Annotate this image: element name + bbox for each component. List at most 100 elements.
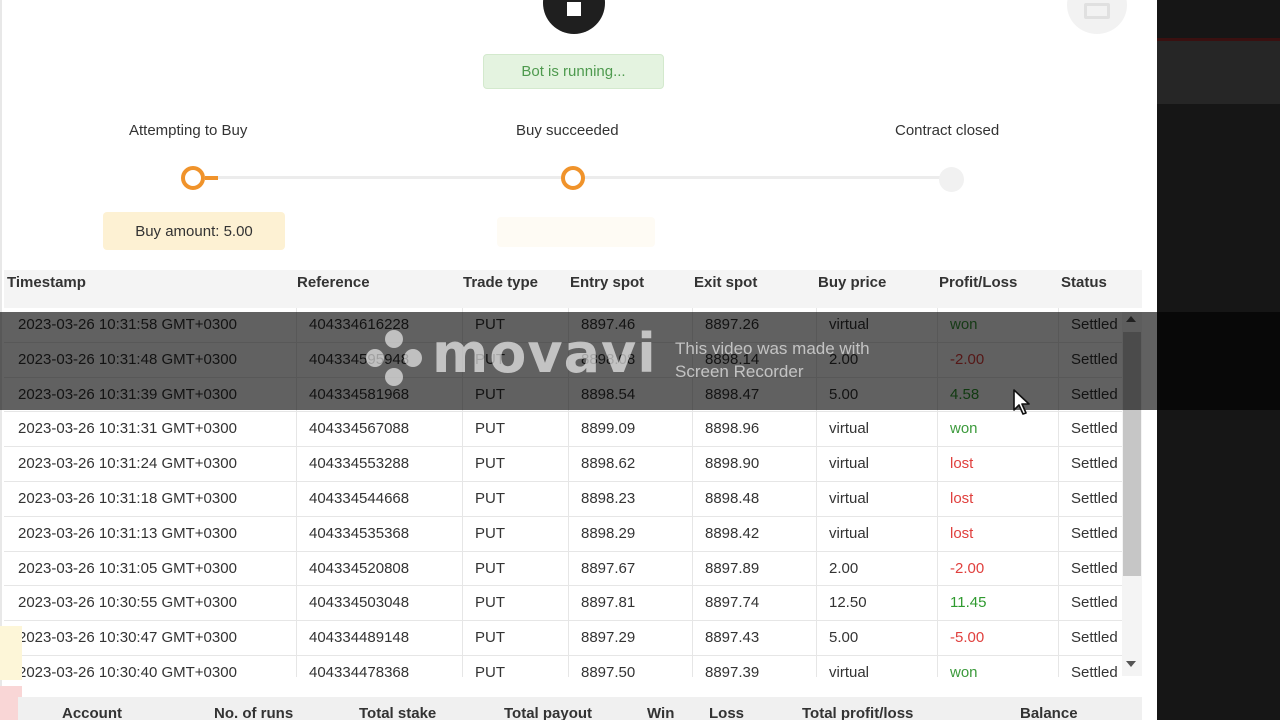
col-entry-spot: Entry spot xyxy=(570,274,645,291)
col-trade-type: Trade type xyxy=(463,274,539,291)
cell-trade-type: PUT xyxy=(462,586,568,622)
bot-status-badge: Bot is running... xyxy=(483,54,664,89)
cell-reference: 404334595948 xyxy=(296,342,462,378)
cell-reference: 404334544668 xyxy=(296,481,462,517)
cell-profit-loss: -2.00 xyxy=(937,551,1058,587)
cell-trade-type: PUT xyxy=(462,621,568,656)
col-profit-loss: Profit/Loss xyxy=(939,274,1018,291)
cell-timestamp: 2023-03-26 10:31:05 GMT+0300 xyxy=(18,559,237,577)
cell-buy-price: virtual xyxy=(816,308,937,343)
cell-buy-price: virtual xyxy=(816,481,937,517)
cell-exit-spot: 8898.96 xyxy=(692,412,816,448)
cell-timestamp: 2023-03-26 10:30:55 GMT+0300 xyxy=(18,594,237,612)
cell-status: Settled xyxy=(1058,481,1122,517)
cell-exit-spot: 8897.39 xyxy=(692,655,816,677)
cell-trade-type: PUT xyxy=(462,447,568,482)
background-window xyxy=(1157,0,1280,720)
table-row[interactable]: 2023-03-26 10:31:13 GMT+0300 404334535368… xyxy=(4,516,1122,552)
layout-toggle-button[interactable] xyxy=(1067,0,1127,34)
table-row[interactable]: 2023-03-26 10:30:55 GMT+0300 404334503048… xyxy=(4,586,1122,622)
cell-status: Settled xyxy=(1058,655,1122,677)
cell-entry-spot: 8897.81 xyxy=(568,586,692,622)
cell-entry-spot: 8897.67 xyxy=(568,551,692,587)
cell-status: Settled xyxy=(1058,586,1122,622)
cell-timestamp: 2023-03-26 10:31:31 GMT+0300 xyxy=(18,420,237,438)
step-label-succeeded: Buy succeeded xyxy=(516,122,619,139)
cell-exit-spot: 8898.47 xyxy=(692,377,816,413)
summary-col-profit: Total profit/loss xyxy=(802,705,914,720)
table-row[interactable]: 2023-03-26 10:31:05 GMT+0300 404334520808… xyxy=(4,551,1122,587)
table-row[interactable]: 2023-03-26 10:31:24 GMT+0300 404334553288… xyxy=(4,447,1122,482)
table-row[interactable]: 2023-03-26 10:31:39 GMT+0300 404334581968… xyxy=(4,377,1122,413)
cell-profit-loss: won xyxy=(937,308,1058,343)
cell-reference: 404334503048 xyxy=(296,586,462,622)
scroll-down-icon[interactable] xyxy=(1126,661,1136,667)
cell-buy-price: 2.00 xyxy=(816,342,937,378)
col-status: Status xyxy=(1061,274,1107,291)
cell-profit-loss: won xyxy=(937,655,1058,677)
cell-buy-price: 2.00 xyxy=(816,551,937,587)
cell-trade-type: PUT xyxy=(462,377,568,413)
panel-edge xyxy=(0,0,2,720)
cell-profit-loss: lost xyxy=(937,481,1058,517)
cell-trade-type: PUT xyxy=(462,655,568,677)
summary-col-loss: Loss xyxy=(709,705,745,720)
cell-exit-spot: 8897.89 xyxy=(692,551,816,587)
stop-bot-button[interactable] xyxy=(543,0,605,34)
cell-trade-type: PUT xyxy=(462,516,568,552)
stop-icon xyxy=(567,2,581,16)
table-row[interactable]: 2023-03-26 10:31:58 GMT+0300 404334616228… xyxy=(4,308,1122,343)
step-label-attempting: Attempting to Buy xyxy=(129,122,248,139)
summary-col-win: Win xyxy=(647,705,675,720)
cell-exit-spot: 8898.42 xyxy=(692,516,816,552)
table-row[interactable]: 2023-03-26 10:31:18 GMT+0300 404334544668… xyxy=(4,481,1122,517)
cell-entry-spot: 8897.50 xyxy=(568,655,692,677)
bot-run-panel: Bot is running... Attempting to Buy Buy … xyxy=(0,0,1157,720)
cell-reference: 404334520808 xyxy=(296,551,462,587)
cell-profit-loss: 4.58 xyxy=(937,377,1058,413)
layout-toggle-icon xyxy=(1084,3,1110,19)
cell-reference: 404334581968 xyxy=(296,377,462,413)
cell-exit-spot: 8897.43 xyxy=(692,621,816,656)
cell-timestamp: 2023-03-26 10:31:48 GMT+0300 xyxy=(18,350,237,368)
step-label-closed: Contract closed xyxy=(895,122,1000,139)
cell-trade-type: PUT xyxy=(462,412,568,448)
table-body: 2023-03-26 10:31:58 GMT+0300 404334616228… xyxy=(4,308,1122,677)
summary-col-account: Account xyxy=(62,705,122,720)
transactions-table: Timestamp Reference Trade type Entry spo… xyxy=(4,270,1142,677)
table-row[interactable]: 2023-03-26 10:31:48 GMT+0300 404334595948… xyxy=(4,342,1122,378)
cell-buy-price: virtual xyxy=(816,447,937,482)
cell-buy-price: 12.50 xyxy=(816,586,937,622)
scroll-thumb[interactable] xyxy=(1123,332,1141,576)
cell-entry-spot: 8898.54 xyxy=(568,377,692,413)
cell-reference: 404334535368 xyxy=(296,516,462,552)
background-toolbar xyxy=(1157,38,1280,104)
cell-reference: 404334553288 xyxy=(296,447,462,482)
col-buy-price: Buy price xyxy=(818,274,887,291)
cell-buy-price: virtual xyxy=(816,655,937,677)
cell-profit-loss: -5.00 xyxy=(937,621,1058,656)
cell-timestamp: 2023-03-26 10:31:58 GMT+0300 xyxy=(18,316,237,333)
cell-trade-type: PUT xyxy=(462,551,568,587)
table-row[interactable]: 2023-03-26 10:31:31 GMT+0300 404334567088… xyxy=(4,412,1122,448)
table-row[interactable]: 2023-03-26 10:30:40 GMT+0300 404334478368… xyxy=(4,655,1122,677)
cell-timestamp: 2023-03-26 10:31:24 GMT+0300 xyxy=(18,455,237,473)
col-reference: Reference xyxy=(297,274,370,291)
cell-profit-loss: 11.45 xyxy=(937,586,1058,622)
cell-trade-type: PUT xyxy=(462,481,568,517)
step-node-succeeded xyxy=(561,166,585,190)
scroll-up-icon[interactable] xyxy=(1126,316,1136,322)
cell-trade-type: PUT xyxy=(462,342,568,378)
cell-entry-spot: 8898.29 xyxy=(568,516,692,552)
step-badge-faded xyxy=(497,217,655,247)
cell-status: Settled xyxy=(1058,342,1122,378)
cell-buy-price: 5.00 xyxy=(816,377,937,413)
cell-profit-loss: -2.00 xyxy=(937,342,1058,378)
table-row[interactable]: 2023-03-26 10:30:47 GMT+0300 404334489148… xyxy=(4,621,1122,656)
cell-timestamp: 2023-03-26 10:31:39 GMT+0300 xyxy=(18,385,237,403)
cell-timestamp: 2023-03-26 10:31:18 GMT+0300 xyxy=(18,489,237,507)
cell-profit-loss: lost xyxy=(937,447,1058,482)
table-scrollbar[interactable] xyxy=(1122,312,1142,676)
cell-buy-price: virtual xyxy=(816,516,937,552)
summary-col-stake: Total stake xyxy=(359,705,437,720)
